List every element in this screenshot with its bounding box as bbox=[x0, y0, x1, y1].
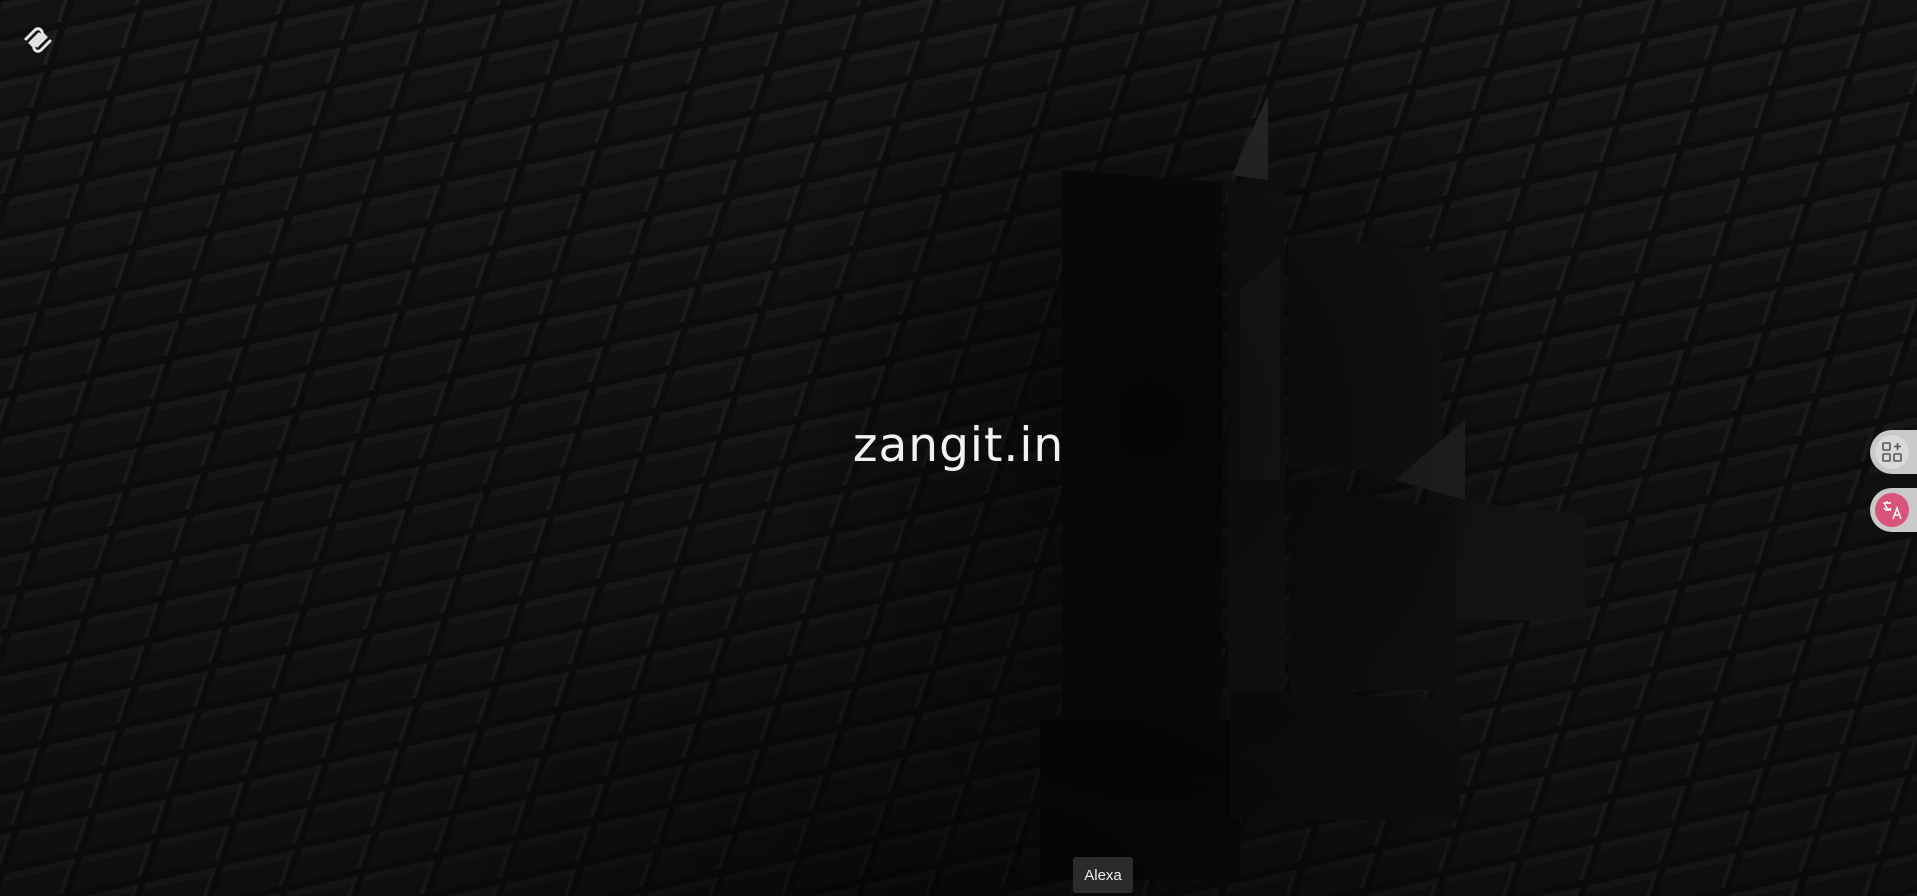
apps-add-button[interactable] bbox=[1870, 430, 1917, 474]
translate-icon bbox=[1875, 493, 1909, 527]
translate-button[interactable] bbox=[1870, 488, 1917, 532]
alexa-badge[interactable]: Alexa bbox=[1073, 857, 1133, 893]
hero-section: zangit.in Alexa bbox=[0, 0, 1917, 896]
site-title[interactable]: zangit.in bbox=[0, 418, 1917, 473]
apps-add-icon bbox=[1875, 435, 1909, 469]
squarespace-logo-icon[interactable] bbox=[20, 22, 56, 58]
raised-blocks bbox=[1040, 95, 1585, 880]
